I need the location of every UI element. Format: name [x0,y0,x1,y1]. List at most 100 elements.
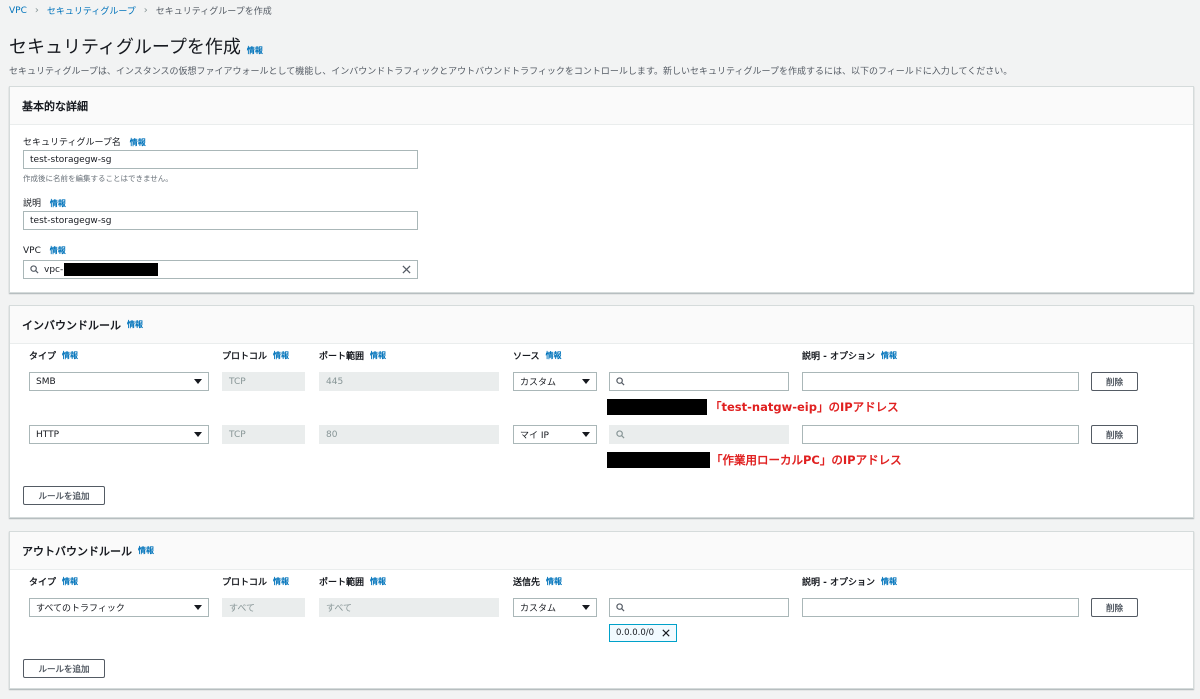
destination-search-input[interactable] [609,598,789,617]
desc-label: 説明 [23,199,42,209]
basic-details-header: 基本的な詳細 [10,87,1193,125]
info-link[interactable]: 情報 [546,576,562,587]
vpc-value: vpc- [44,264,64,275]
info-link[interactable]: 情報 [881,350,897,361]
description-input[interactable]: test-storagegw-sg [23,211,418,230]
col-desc-label: 説明 - オプション [802,578,876,588]
description-input[interactable] [802,598,1079,617]
port-value: 445 [326,376,344,387]
annotation-text: 「作業用ローカルPC」のIPアドレス [711,453,902,467]
protocol-field: すべて [222,598,305,617]
caret-down-icon [194,605,202,610]
port-value: 80 [326,429,338,440]
protocol-value: TCP [229,376,246,387]
redacted-block [64,263,159,276]
outbound-header: アウトバウンドルール 情報 [10,532,1193,570]
delete-button[interactable]: 削除 [1091,425,1138,444]
breadcrumb-current: セキュリティグループを作成 [155,7,272,17]
info-link[interactable]: 情報 [273,576,289,587]
caret-down-icon [582,605,590,610]
breadcrumb-vpc[interactable]: VPC [9,6,27,16]
info-link[interactable]: 情報 [127,319,143,330]
vpc-value-wrap: vpc- [30,263,159,276]
caret-down-icon [194,432,202,437]
security-group-name-input[interactable]: test-storagegw-sg [23,150,418,169]
outbound-title: アウトバウンドルール [22,544,132,558]
info-link[interactable]: 情報 [138,545,154,556]
search-icon [616,603,625,612]
col-port-label: ポート範囲 [319,578,365,588]
cidr-value: 0.0.0.0/0 [616,628,655,638]
col-port: ポート範囲 情報 [319,349,386,362]
info-link[interactable]: 情報 [546,350,562,361]
protocol-field: TCP [222,372,305,391]
col-source-label: ソース [513,352,540,362]
info-link[interactable]: 情報 [881,576,897,587]
annotation-text: 「test-natgw-eip」のIPアドレス [710,400,899,414]
source-select[interactable]: カスタム [513,372,597,391]
port-field: 80 [319,425,499,444]
search-icon [616,377,625,386]
info-link[interactable]: 情報 [247,45,263,56]
vpc-label: VPC [23,246,41,256]
close-icon[interactable] [402,265,411,274]
info-link[interactable]: 情報 [62,576,78,587]
col-protocol-label: プロトコル [222,352,268,362]
basic-details-title: 基本的な詳細 [22,99,88,113]
inbound-title: インバウンドルール [22,318,121,332]
description-input[interactable] [802,425,1079,444]
type-value: HTTP [36,429,60,440]
name-hint: 作成後に名前を編集することはできません。 [23,174,173,183]
col-protocol: プロトコル 情報 [222,575,289,588]
source-search-input [609,425,789,444]
col-source: ソース 情報 [513,349,562,362]
add-rule-label: ルールを追加 [38,491,90,502]
vpc-select-input[interactable]: vpc- [23,260,418,279]
col-port-label: ポート範囲 [319,352,365,362]
info-link[interactable]: 情報 [130,138,146,147]
chevron-right-icon: › [34,5,39,16]
source-select[interactable]: マイ IP [513,425,597,444]
inbound-rules-panel: インバウンドルール 情報 タイプ 情報 プロトコル 情報 ポート範囲 情報 ソース 情報… [9,305,1194,518]
delete-button[interactable]: 削除 [1091,598,1138,617]
info-link[interactable]: 情報 [370,350,386,361]
type-value: すべてのトラフィック [36,604,125,614]
protocol-value: TCP [229,429,246,440]
add-rule-button[interactable]: ルールを追加 [23,486,105,505]
add-rule-button[interactable]: ルールを追加 [23,659,105,678]
desc-label-row: 説明 情報 [23,196,66,209]
type-select[interactable]: HTTP [29,425,209,444]
add-rule-label: ルールを追加 [38,664,90,675]
delete-label: 削除 [1105,430,1123,441]
destination-select[interactable]: カスタム [513,598,597,617]
page-description: セキュリティグループは、インスタンスの仮想ファイアウォールとして機能し、インバウ… [9,67,1013,77]
col-port: ポート範囲 情報 [319,575,386,588]
source-value: マイ IP [520,431,549,441]
col-desc-label: 説明 - オプション [802,352,876,362]
source-value: カスタム [520,378,557,388]
info-link[interactable]: 情報 [50,199,66,208]
col-protocol-label: プロトコル [222,578,268,588]
type-value: SMB [36,376,56,387]
description-input[interactable] [802,372,1079,391]
info-link[interactable]: 情報 [370,576,386,587]
delete-button[interactable]: 削除 [1091,372,1138,391]
source-search-input[interactable] [609,372,789,391]
basic-details-panel: 基本的な詳細 セキュリティグループ名 情報 test-storagegw-sg … [9,86,1194,293]
info-link[interactable]: 情報 [62,350,78,361]
col-desc: 説明 - オプション 情報 [802,349,897,362]
col-protocol: プロトコル 情報 [222,349,289,362]
port-field: すべて [319,598,499,617]
info-link[interactable]: 情報 [50,246,66,255]
protocol-value: すべて [229,604,256,614]
caret-down-icon [582,379,590,384]
type-select[interactable]: SMB [29,372,209,391]
col-type-label: タイプ [29,352,57,362]
port-value: すべて [326,604,353,614]
name-value: test-storagegw-sg [30,154,112,165]
inbound-header: インバウンドルール 情報 [10,306,1193,344]
type-select[interactable]: すべてのトラフィック [29,598,209,617]
info-link[interactable]: 情報 [273,350,289,361]
breadcrumb-security-groups[interactable]: セキュリティグループ [47,4,136,17]
close-icon[interactable] [662,629,670,637]
